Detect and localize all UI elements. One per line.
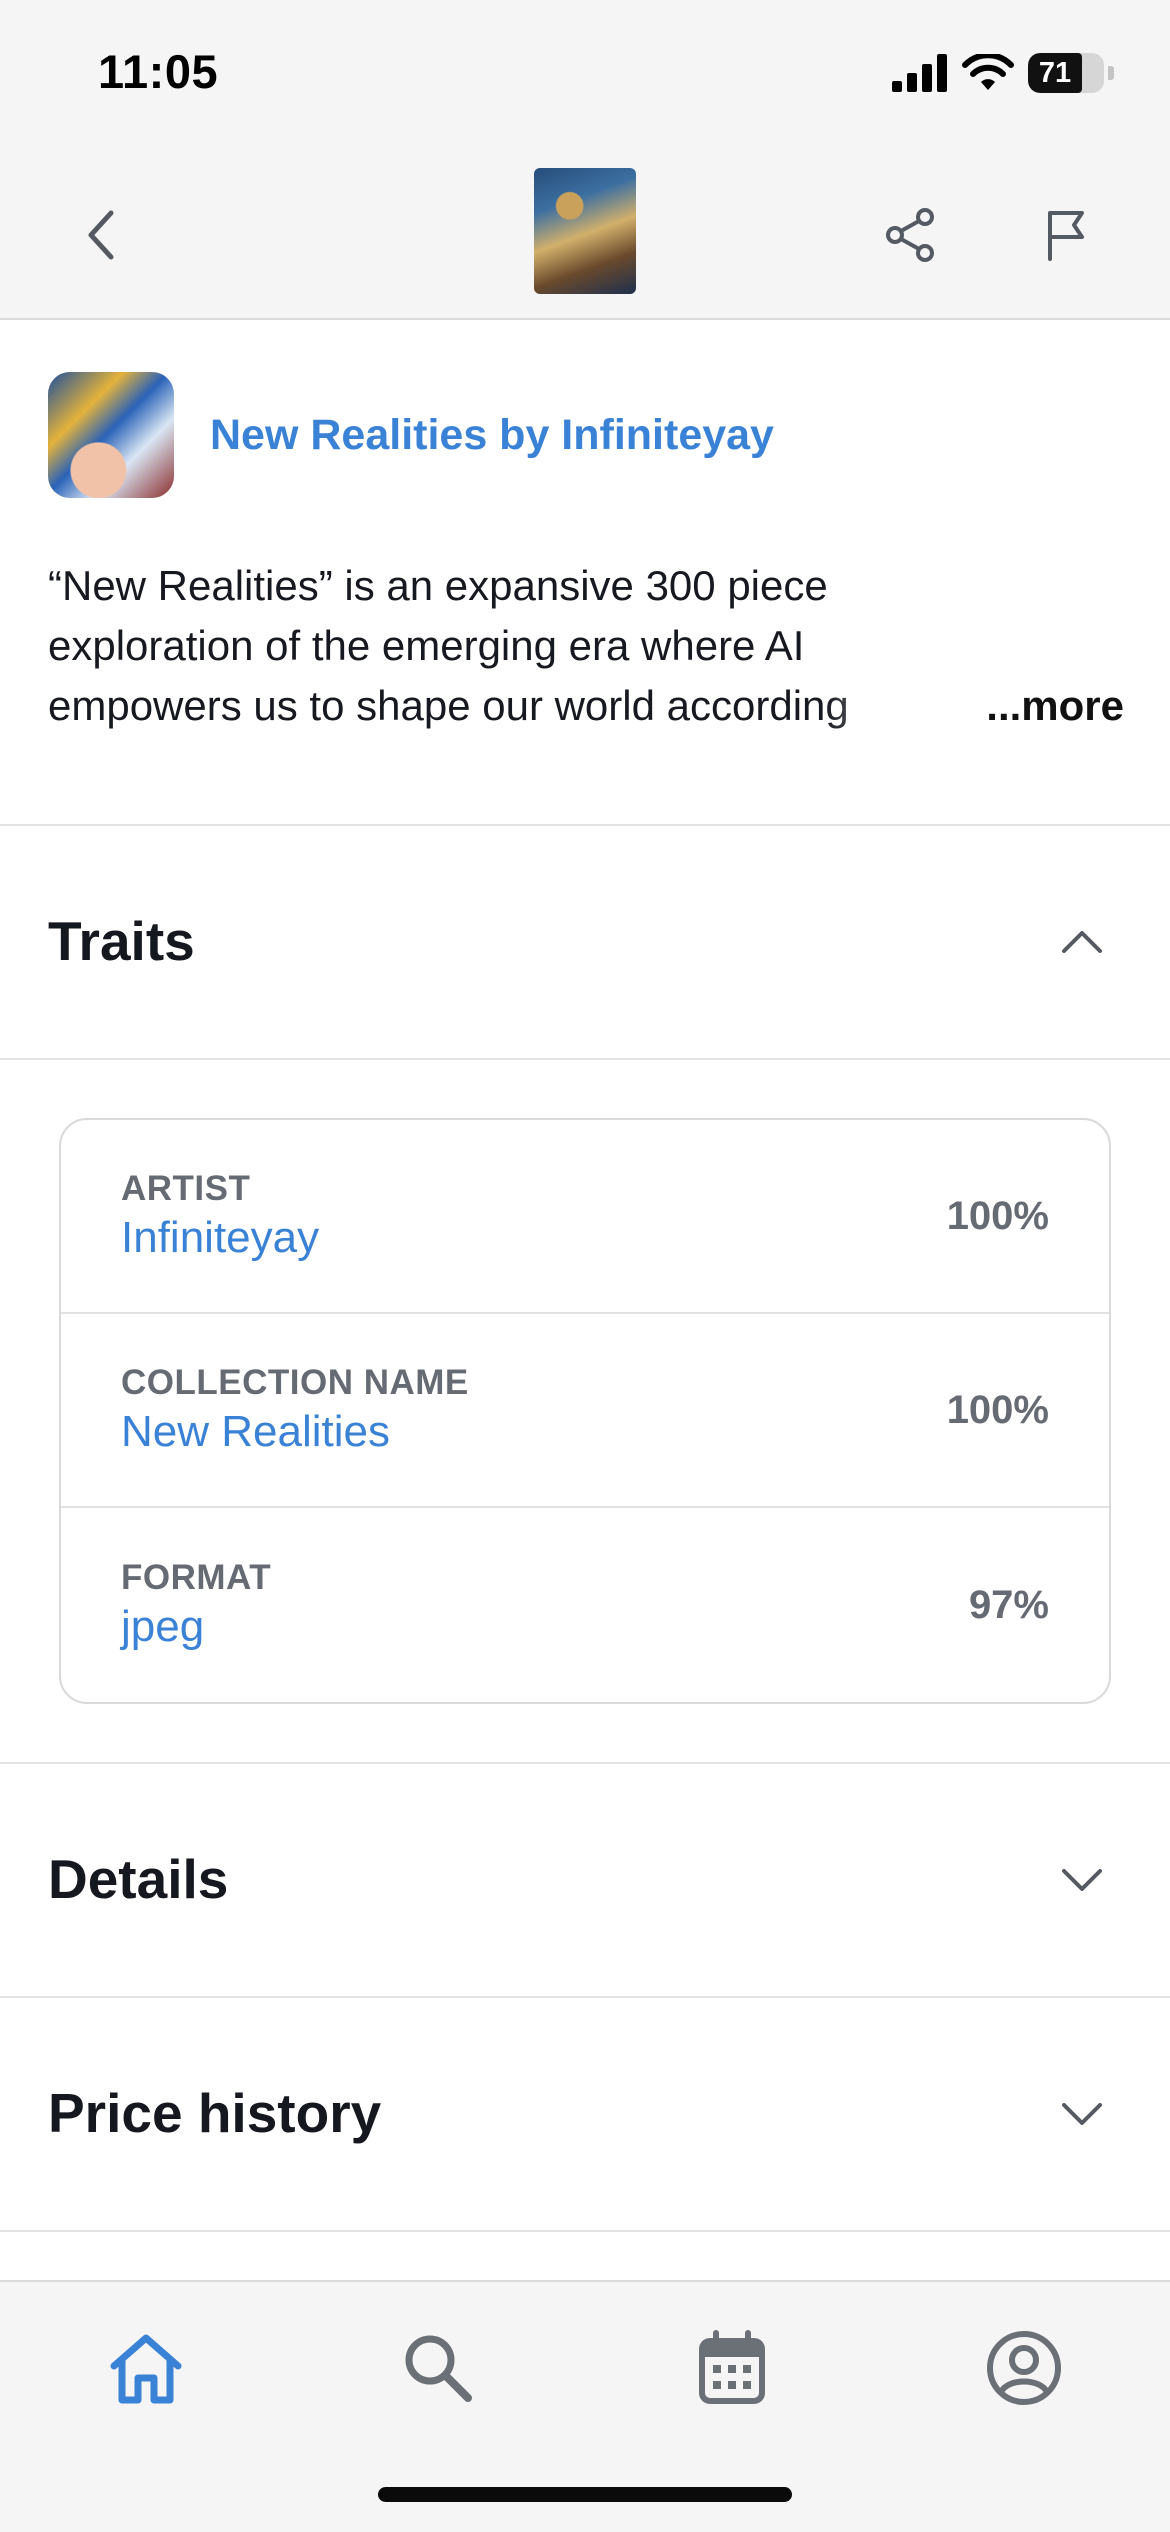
trait-row[interactable]: FORMAT jpeg 97%: [61, 1508, 1109, 1702]
battery-icon: 71: [1028, 53, 1104, 93]
tab-home[interactable]: [96, 2318, 196, 2418]
status-icons: 71: [892, 50, 1114, 96]
details-title: Details: [48, 1848, 229, 1910]
trait-value[interactable]: Infiniteyay: [121, 1213, 319, 1263]
chevron-up-icon[interactable]: [1042, 901, 1122, 981]
chevron-down-icon[interactable]: [1042, 1839, 1122, 1919]
chevron-down-icon[interactable]: [1042, 2073, 1122, 2153]
search-icon: [405, 2335, 472, 2402]
trait-row[interactable]: ARTIST Infiniteyay 100%: [61, 1120, 1109, 1314]
tab-profile[interactable]: [974, 2318, 1074, 2418]
tab-search[interactable]: [388, 2318, 488, 2418]
trait-value[interactable]: jpeg: [121, 1602, 271, 1652]
status-bar: 11:05 71: [0, 0, 1170, 150]
traits-card: ARTIST Infiniteyay 100% COLLECTION NAME …: [59, 1118, 1111, 1704]
description-line-truncated: empowers us to shape our world according…: [48, 676, 1124, 736]
home-icon: [110, 2334, 182, 2404]
back-chevron-icon: [88, 210, 114, 260]
collection-row[interactable]: New Realities by Infiniteyay: [48, 372, 774, 498]
trait-key: ARTIST: [121, 1169, 251, 1208]
report-button[interactable]: [1022, 190, 1112, 280]
wifi-icon: [962, 54, 1014, 90]
divider: [0, 2230, 1170, 2232]
back-button[interactable]: [56, 190, 146, 280]
share-icon: [886, 208, 934, 262]
description-line: exploration of the emerging era where AI: [48, 622, 805, 669]
price-history-title: Price history: [48, 2082, 382, 2144]
trait-info: ARTIST Infiniteyay: [121, 1169, 319, 1263]
collection-avatar: [48, 372, 174, 498]
trait-info: FORMAT jpeg: [121, 1558, 271, 1652]
trait-key: FORMAT: [121, 1558, 272, 1597]
traits-title: Traits: [48, 910, 195, 972]
nav-header: [0, 150, 1170, 320]
traits-section-header[interactable]: Traits: [0, 826, 1170, 1056]
details-section-header[interactable]: Details: [0, 1764, 1170, 1994]
flag-icon: [1048, 211, 1084, 261]
share-button[interactable]: [866, 190, 956, 280]
price-history-section-header[interactable]: Price history: [0, 1998, 1170, 2228]
more-button[interactable]: ...more: [986, 676, 1124, 736]
screen: 11:05 71 New Realities by Infiniteyay “N…: [0, 0, 1170, 2532]
divider: [0, 1058, 1170, 1060]
description-line: “New Realities” is an expansive 300 piec…: [48, 562, 828, 609]
artwork-thumbnail[interactable]: [534, 168, 636, 294]
trait-percent: 97%: [968, 1582, 1049, 1627]
trait-key: COLLECTION NAME: [121, 1363, 469, 1402]
collection-link[interactable]: New Realities by Infiniteyay: [210, 411, 774, 460]
profile-icon: [987, 2331, 1061, 2405]
trait-percent: 100%: [946, 1387, 1049, 1432]
calendar-icon: [699, 2330, 765, 2404]
battery-level: 71: [1038, 57, 1072, 89]
status-time: 11:05: [98, 45, 219, 98]
battery-cap: [1108, 66, 1114, 80]
trait-row[interactable]: COLLECTION NAME New Realities 100%: [61, 1314, 1109, 1508]
description: “New Realities” is an expansive 300 piec…: [48, 556, 1124, 736]
home-indicator: [378, 2487, 792, 2502]
trait-value[interactable]: New Realities: [121, 1407, 469, 1457]
description-line: empowers us to shape our world according: [48, 682, 849, 729]
trait-info: COLLECTION NAME New Realities: [121, 1363, 469, 1457]
trait-percent: 100%: [946, 1193, 1049, 1238]
tab-calendar[interactable]: [682, 2318, 782, 2418]
signal-icon: [892, 54, 947, 92]
